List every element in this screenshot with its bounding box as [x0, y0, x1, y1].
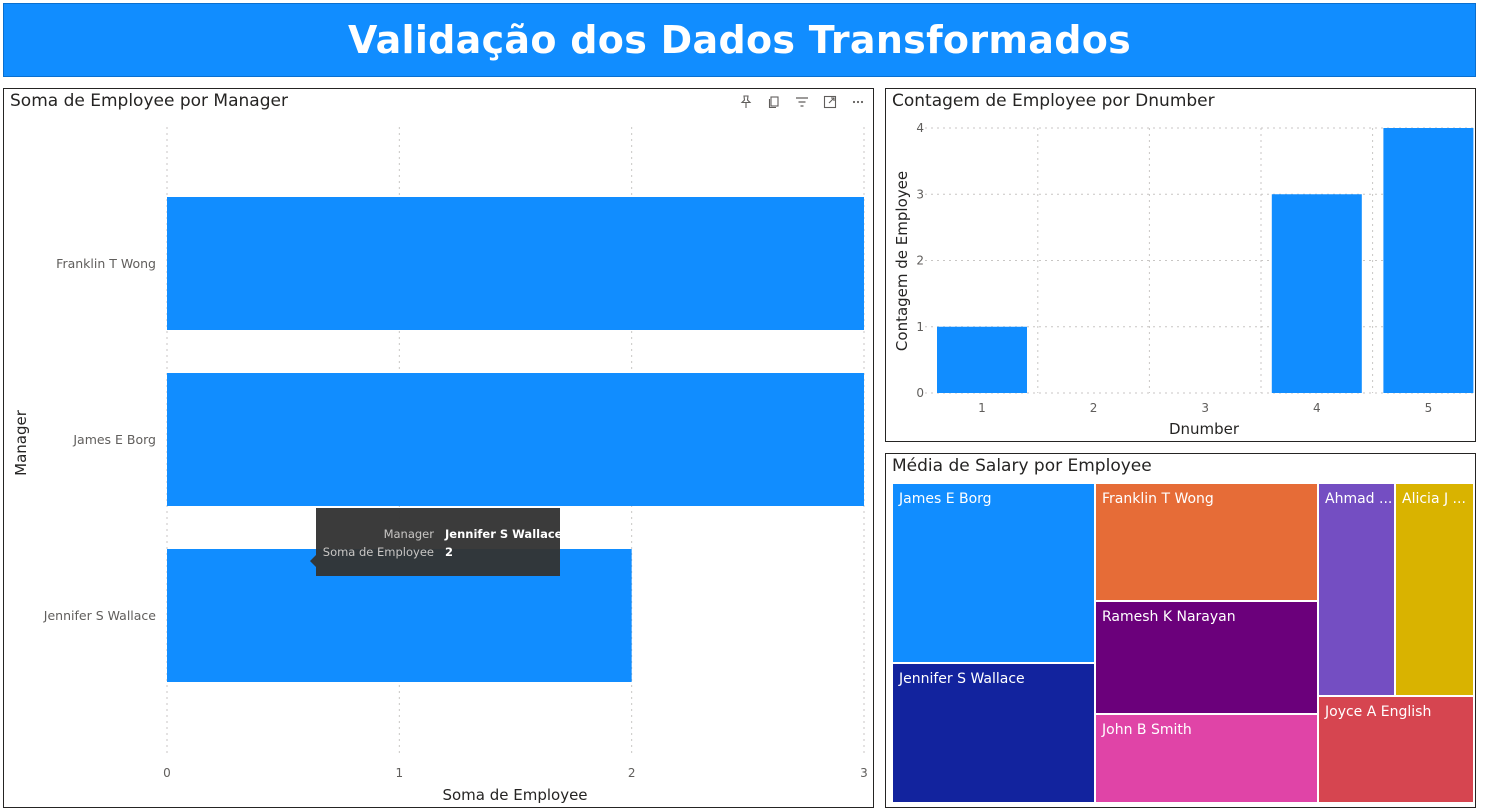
tooltip-label-manager: Manager [384, 527, 435, 541]
dnumber-xtick-label: 4 [1313, 401, 1321, 415]
tooltip-label-soma: Soma de Employee [323, 545, 434, 559]
manager-chart-plot: Franklin T Wong James E Borg Jennifer S Wa… [12, 127, 868, 804]
treemap-tile[interactable]: John B Smith [1095, 714, 1318, 803]
dnumber-xtick-label: 5 [1425, 401, 1433, 415]
dnumber-chart-ytick-label: 0 [916, 386, 924, 400]
treemap-tile[interactable]: Alicia J ... [1395, 483, 1474, 696]
dnumber-chart-plot: 0 1 2 3 4 1 2 3 4 5 Dnumber Contagem de Employee [893, 121, 1474, 438]
dnumber-chart-ytick-label: 3 [916, 187, 924, 201]
salary-treemap-title: Média de Salary por Employee [892, 456, 1152, 476]
manager-chart-xtick-label: 3 [860, 766, 868, 780]
dnumber-xtick-label: 3 [1201, 401, 1209, 415]
treemap-tile[interactable]: Ramesh K Narayan [1095, 601, 1318, 714]
treemap-tile-label: Franklin T Wong [1102, 491, 1214, 507]
manager-chart-xtick-label: 2 [628, 766, 636, 780]
manager-bar[interactable] [167, 197, 864, 330]
manager-chart-xaxis-label: Soma de Employee [442, 786, 587, 804]
manager-category-label: Jennifer S Wallace [43, 608, 157, 623]
dnumber-bar[interactable] [937, 326, 1027, 393]
dnumber-chart-xaxis-label: Dnumber [1169, 420, 1240, 438]
report-title: Validação dos Dados Transformados [347, 18, 1132, 62]
salary-treemap: James E Borg Jennifer S Wallace Franklin T… [892, 483, 1474, 803]
manager-chart-yaxis-label: Manager [12, 409, 30, 476]
manager-category-label: James E Borg [72, 432, 156, 447]
treemap-tile-label: Jennifer S Wallace [899, 671, 1025, 687]
treemap-tile-label: Joyce A English [1325, 704, 1432, 720]
dnumber-chart-ytick-label: 4 [916, 121, 924, 135]
dnumber-bar[interactable] [1383, 128, 1474, 393]
dnumber-xtick-label: 1 [978, 401, 986, 415]
chart-tooltip: Manager Jennifer S Wallace Soma de Emplo… [310, 508, 563, 576]
treemap-tile[interactable]: Ahmad ... [1318, 483, 1395, 696]
dnumber-chart-yaxis-label: Contagem de Employee [893, 171, 911, 351]
treemap-tile-label: Alicia J ... [1402, 491, 1466, 507]
manager-chart-xtick-label: 1 [396, 766, 404, 780]
treemap-tile-label: Ramesh K Narayan [1102, 609, 1236, 625]
treemap-tile[interactable]: Jennifer S Wallace [892, 663, 1095, 803]
treemap-tile[interactable]: Joyce A English [1318, 696, 1474, 803]
manager-chart-xtick-label: 0 [163, 766, 171, 780]
manager-bar-chart-visual[interactable]: Soma de Employee por Manager Franklin T … [3, 88, 874, 808]
treemap-tile-label: James E Borg [899, 491, 992, 507]
dnumber-column-chart-visual[interactable]: Contagem de Employee por Dnumber 01234 1… [885, 88, 1476, 442]
report-title-banner: Validação dos Dados Transformados [3, 3, 1476, 77]
tooltip-value-soma: 2 [445, 545, 453, 559]
treemap-tile-label: Ahmad ... [1325, 491, 1393, 507]
dnumber-xtick-label: 2 [1090, 401, 1098, 415]
treemap-tile[interactable]: Franklin T Wong [1095, 483, 1318, 601]
manager-bar[interactable] [167, 373, 864, 506]
manager-category-label: Franklin T Wong [56, 256, 156, 271]
treemap-tile[interactable]: James E Borg [892, 483, 1095, 663]
treemap-tile-label: John B Smith [1102, 722, 1192, 738]
tooltip-value-manager: Jennifer S Wallace [444, 527, 563, 541]
dnumber-chart-ytick-label: 2 [916, 254, 924, 268]
salary-treemap-visual[interactable]: Média de Salary por Employee James E Bor… [885, 453, 1476, 808]
dnumber-chart-ytick-label: 1 [916, 320, 924, 334]
dnumber-bar[interactable] [1271, 194, 1362, 393]
